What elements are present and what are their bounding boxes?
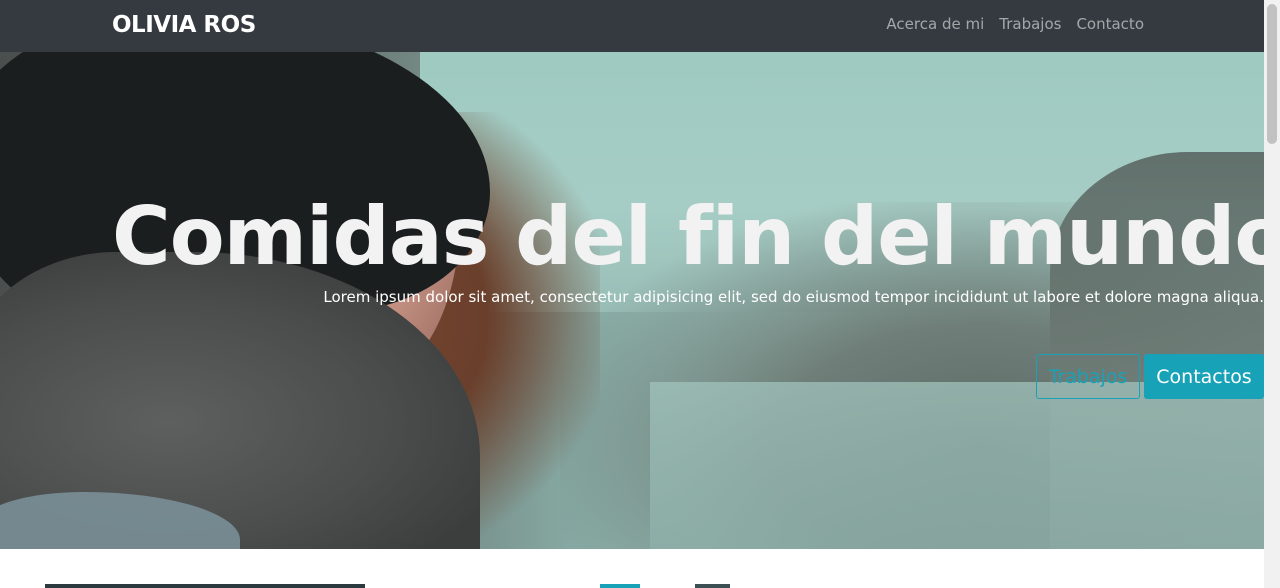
nav-links: Acerca de mi Trabajos Contacto: [886, 15, 1144, 33]
scrollbar-thumb[interactable]: [1267, 4, 1277, 144]
next-section-image-edge: [45, 584, 365, 588]
hero-title: Comidas del fin del mundo: [112, 190, 1264, 283]
next-section-accent-edge: [600, 584, 640, 588]
nav-link-contact[interactable]: Contacto: [1076, 15, 1144, 33]
contacts-button[interactable]: Contactos: [1144, 354, 1264, 399]
hero-bg-valley: [650, 382, 1264, 549]
scrollbar[interactable]: [1264, 0, 1280, 588]
hero-lead: Lorem ipsum dolor sit amet, consectetur …: [323, 288, 1264, 306]
next-section-edge: [0, 582, 1264, 588]
nav-link-works[interactable]: Trabajos: [999, 15, 1061, 33]
works-button[interactable]: Trabajos: [1036, 354, 1140, 399]
nav-link-about[interactable]: Acerca de mi: [886, 15, 984, 33]
next-section-image-edge-2: [695, 584, 730, 588]
hero-section: Comidas del fin del mundo Lorem ipsum do…: [0, 52, 1264, 549]
navbar: OLIVIA ROS Acerca de mi Trabajos Contact…: [0, 0, 1264, 52]
brand-logo[interactable]: OLIVIA ROS: [112, 12, 256, 38]
